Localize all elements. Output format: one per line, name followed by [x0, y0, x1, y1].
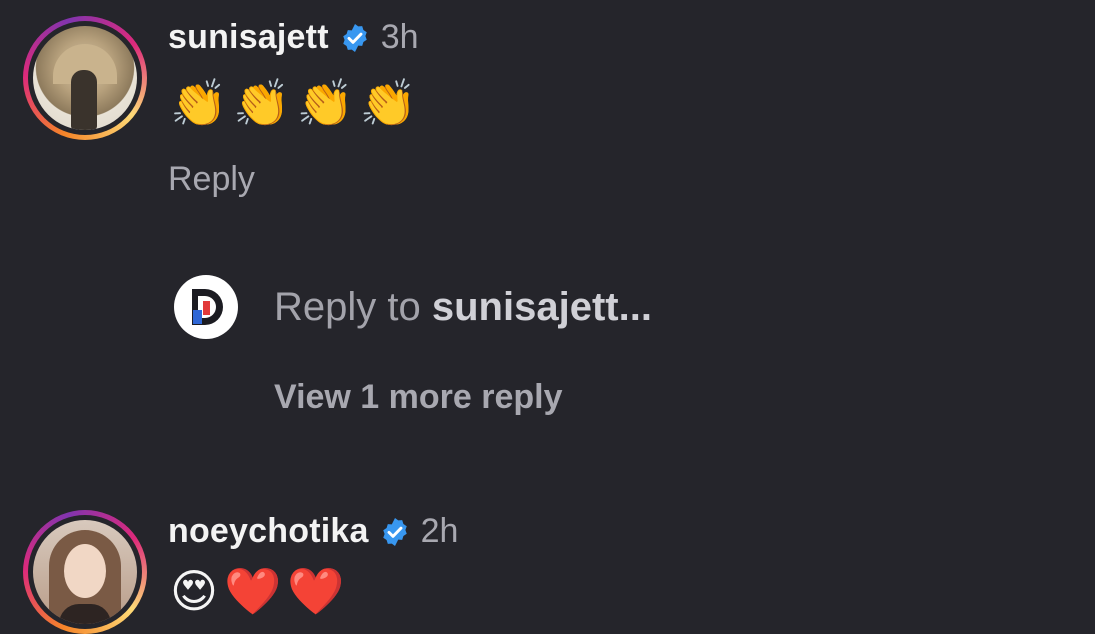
reply-input-placeholder[interactable]: Reply to sunisajett... [274, 285, 652, 330]
verified-badge-icon [382, 517, 407, 546]
current-user-avatar [174, 275, 238, 339]
reply-button[interactable]: Reply [168, 160, 255, 199]
avatar-ring[interactable] [23, 510, 147, 634]
avatar-figure [71, 70, 97, 130]
view-more-replies-button[interactable]: View 1 more reply [274, 378, 563, 417]
comment-text: 😍❤️❤️ [170, 565, 351, 617]
avatar [33, 26, 137, 130]
avatar-face [64, 544, 106, 598]
profile-logo-icon [192, 289, 223, 325]
reply-input-row[interactable]: Reply to sunisajett... [174, 275, 652, 339]
avatar-ring[interactable] [23, 16, 147, 140]
username[interactable]: sunisajett [168, 18, 329, 57]
comment-text: 👏👏👏👏 [170, 77, 424, 129]
comment-header: sunisajett 3h [168, 18, 419, 57]
verified-badge-icon [342, 23, 367, 52]
comment-sunisajett: sunisajett 3h 👏👏👏👏 Reply [0, 0, 1095, 240]
reply-prefix: Reply to [274, 284, 421, 329]
avatar-border [28, 515, 142, 629]
avatar-border [28, 21, 142, 135]
avatar [33, 520, 137, 624]
comment-header: noeychotika 2h [168, 512, 458, 551]
comment-noeychotika: noeychotika 2h 😍❤️❤️ [0, 500, 1095, 634]
reply-target-username: sunisajett... [431, 284, 652, 329]
timestamp: 3h [380, 18, 419, 56]
timestamp: 2h [420, 512, 459, 550]
username[interactable]: noeychotika [168, 512, 369, 551]
